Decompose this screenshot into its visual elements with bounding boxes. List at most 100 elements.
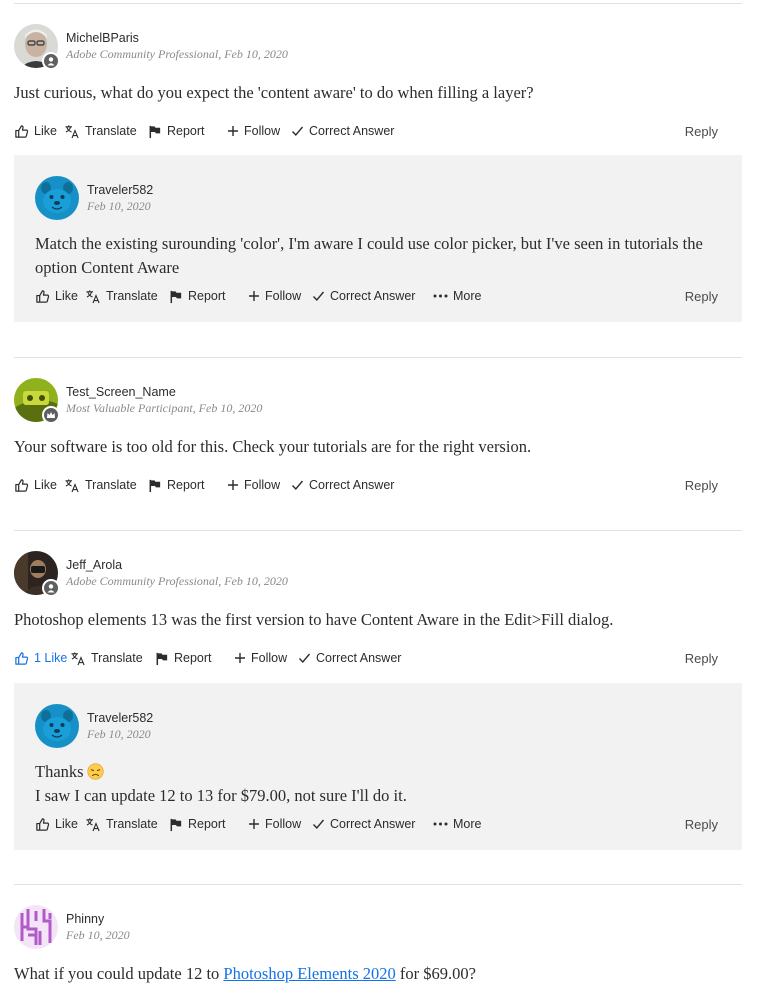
report-button[interactable]: Report [148, 474, 205, 496]
report-label: Report [188, 817, 226, 831]
post-meta: Feb 10, 2020 [66, 928, 130, 942]
correct-answer-button[interactable]: Correct Answer [298, 647, 401, 669]
checkmark-icon [291, 480, 304, 491]
reply-post-traveler582: Traveler582 Feb 10, 2020 Match the exist… [14, 155, 742, 322]
follow-label: Follow [265, 289, 302, 303]
plus-icon [249, 819, 259, 829]
checkmark-icon [298, 653, 311, 664]
reply-button[interactable]: Reply [685, 120, 718, 142]
plus-icon [228, 480, 238, 490]
post-michelbparis: MichelBParis Adobe Community Professiona… [14, 24, 742, 154]
like-button[interactable]: Like [35, 285, 78, 307]
follow-button[interactable]: Follow [234, 647, 287, 669]
divider [14, 530, 742, 531]
post-phinny: Phinny Feb 10, 2020 What if you could up… [14, 905, 742, 999]
like-button[interactable]: 1 Like [14, 647, 67, 669]
more-button[interactable]: More [433, 813, 481, 835]
translate-icon [86, 817, 100, 831]
reply-button[interactable]: Reply [685, 813, 718, 835]
like-button[interactable]: Like [14, 120, 57, 142]
plus-icon [249, 291, 259, 301]
username[interactable]: Traveler582 [87, 711, 153, 725]
report-button[interactable]: Report [169, 285, 226, 307]
report-label: Report [167, 478, 205, 492]
flag-icon [156, 652, 168, 665]
flag-icon [170, 290, 182, 303]
username[interactable]: Test_Screen_Name [66, 385, 176, 399]
reply-button[interactable]: Reply [685, 647, 718, 669]
translate-button[interactable]: Translate [70, 647, 143, 669]
avatar[interactable] [35, 704, 79, 748]
translate-label: Translate [85, 478, 137, 492]
plus-icon [235, 653, 245, 663]
report-button[interactable]: Report [148, 120, 205, 142]
username[interactable]: MichelBParis [66, 31, 139, 45]
translate-icon [65, 124, 79, 138]
more-button[interactable]: More [433, 285, 481, 307]
translate-button[interactable]: Translate [85, 285, 158, 307]
username[interactable]: Traveler582 [87, 183, 153, 197]
post-body-text: What if you could update 12 to [14, 964, 224, 983]
flag-icon [149, 479, 161, 492]
divider [14, 357, 742, 358]
post-meta: Most Valuable Participant, Feb 10, 2020 [66, 401, 263, 415]
like-button[interactable]: Like [14, 474, 57, 496]
like-button[interactable]: Like [35, 813, 78, 835]
correct-answer-label: Correct Answer [330, 817, 416, 831]
correct-answer-button[interactable]: Correct Answer [291, 474, 394, 496]
reply-button[interactable]: Reply [685, 474, 718, 496]
avatar[interactable] [14, 905, 58, 949]
follow-button[interactable]: Follow [227, 474, 280, 496]
follow-button[interactable]: Follow [248, 285, 301, 307]
action-bar: Like Translate Report Follow Correct Ans… [35, 813, 742, 835]
correct-answer-button[interactable]: Correct Answer [291, 120, 394, 142]
like-label: Like [34, 478, 57, 492]
flag-icon [170, 818, 182, 831]
correct-answer-label: Correct Answer [316, 651, 402, 665]
translate-icon [71, 651, 85, 665]
report-label: Report [188, 289, 226, 303]
username[interactable]: Phinny [66, 912, 104, 926]
like-count-label: 1 Like [34, 651, 68, 665]
translate-label: Translate [106, 289, 158, 303]
checkmark-icon [312, 819, 325, 830]
post-meta: Adobe Community Professional, Feb 10, 20… [66, 47, 288, 61]
post-body: Match the existing surounding 'color', I… [35, 234, 703, 277]
more-label: More [453, 817, 482, 831]
post-body: Thanks I saw I can update 12 to 13 for $… [35, 760, 715, 808]
thumbs-up-icon [15, 478, 29, 492]
post-body-line: Thanks [35, 760, 715, 784]
thumbs-up-icon [15, 651, 29, 665]
post-body-line: I saw I can update 12 to 13 for $79.00, … [35, 786, 407, 805]
follow-button[interactable]: Follow [227, 120, 280, 142]
follow-label: Follow [244, 124, 281, 138]
follow-label: Follow [251, 651, 288, 665]
username[interactable]: Jeff_Arola [66, 558, 122, 572]
plus-icon [228, 126, 238, 136]
reply-button[interactable]: Reply [685, 285, 718, 307]
correct-answer-button[interactable]: Correct Answer [312, 813, 415, 835]
correct-answer-button[interactable]: Correct Answer [312, 285, 415, 307]
translate-button[interactable]: Translate [64, 474, 137, 496]
thumbs-up-icon [15, 124, 29, 138]
follow-button[interactable]: Follow [248, 813, 301, 835]
translate-button[interactable]: Translate [64, 120, 137, 142]
divider [14, 884, 742, 885]
report-button[interactable]: Report [169, 813, 226, 835]
translate-button[interactable]: Translate [85, 813, 158, 835]
correct-answer-label: Correct Answer [330, 289, 416, 303]
translate-label: Translate [91, 651, 143, 665]
post-meta: Adobe Community Professional, Feb 10, 20… [66, 574, 288, 588]
translate-icon [65, 478, 79, 492]
photoshop-elements-link[interactable]: Photoshop Elements 2020 [223, 964, 395, 983]
post-body: Your software is too old for this. Check… [14, 437, 532, 456]
action-bar: Like Translate Report Follow Correct Ans… [14, 474, 742, 496]
more-label: More [453, 289, 482, 303]
post-test-screen-name: Test_Screen_Name Most Valuable Participa… [14, 378, 742, 508]
translate-label: Translate [85, 124, 137, 138]
translate-icon [86, 289, 100, 303]
avatar[interactable] [35, 176, 79, 220]
report-button[interactable]: Report [155, 647, 212, 669]
follow-label: Follow [265, 817, 302, 831]
ellipsis-icon [433, 294, 448, 298]
